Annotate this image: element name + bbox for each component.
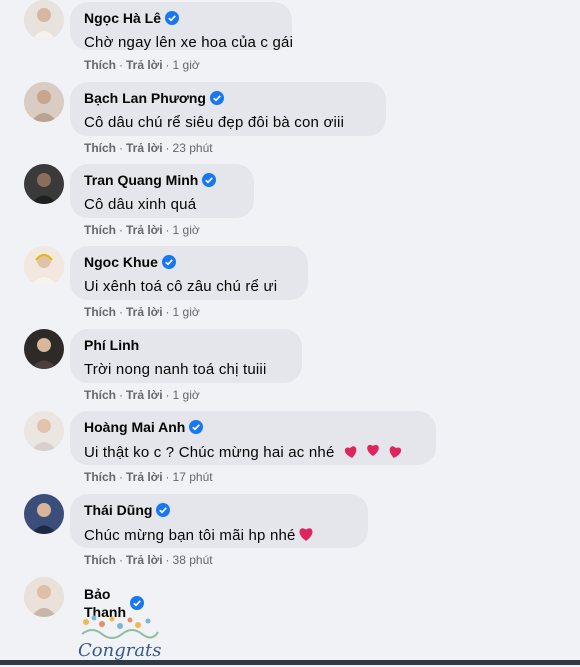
comment-text: Trời nong nanh toá chị tuiii [84, 361, 267, 378]
avatar[interactable] [24, 164, 64, 204]
like-link[interactable]: Thích [84, 553, 116, 567]
comment-bubble: Tran Quang Minh Cô dâu xinh quá [70, 164, 254, 218]
comment-bubble: Ngọc Hà Lê Chờ ngay lên xe hoa của c gái [70, 2, 294, 51]
heart-emoji-icon [297, 524, 315, 548]
comment-actions: Thích · Trả lời · 1 giờ [84, 388, 200, 402]
comment-actions: Thích · Trả lời · 38 phút [84, 553, 213, 567]
avatar[interactable] [24, 0, 64, 40]
comment-text-row: Ui thật ko c ? Chúc mừng hai ac nhé [84, 441, 422, 465]
comment-bubble: Phí Linh Trời nong nanh toá chị tuiii [70, 329, 302, 383]
comment-text: Ui xênh toá cô zâu chú rể ưi [84, 278, 278, 295]
comment-actions: Thích · Trả lời · 17 phút [84, 470, 213, 484]
reply-link[interactable]: Trả lời [126, 388, 163, 402]
comment-actions: Thích · Trả lời · 1 giờ [84, 58, 200, 72]
verified-badge-icon [165, 11, 180, 25]
like-link[interactable]: Thích [84, 223, 116, 237]
avatar[interactable] [24, 329, 64, 369]
reply-link[interactable]: Trả lời [126, 470, 163, 484]
comment-bubble: Hoàng Mai Anh Ui thật ko c ? Chúc mừng h… [70, 411, 436, 465]
verified-badge-icon [130, 596, 144, 610]
comment-actions: Thích · Trả lời · 1 giờ [84, 305, 200, 319]
comment-bubble: Bạch Lan Phương Cô dâu chú rể siêu đẹp đ… [70, 82, 386, 136]
comment-actions: Thích · Trả lời · 1 giờ [84, 223, 200, 237]
avatar[interactable] [24, 577, 64, 617]
comment-bubble: Ngoc Khue Ui xênh toá cô zâu chú rể ưi [70, 246, 308, 300]
comment-bubble: Thái Dũng Chúc mừng bạn tôi mãi hp nhé [70, 494, 368, 548]
comment-text: Cô dâu chú rể siêu đẹp đôi bà con ơiii [84, 114, 345, 131]
comment-author[interactable]: Bạch Lan Phương [84, 89, 206, 107]
reply-link[interactable]: Trả lời [126, 223, 163, 237]
sticker-text: Congrats [78, 640, 162, 661]
verified-badge-icon [202, 173, 217, 187]
comment-time[interactable]: 1 giờ [173, 305, 200, 319]
comment-actions: Thích · Trả lời · 23 phút [84, 141, 213, 155]
comment-text: Cô dâu xinh quá [84, 196, 197, 213]
comment-author[interactable]: Thái Dũng [84, 501, 152, 519]
like-link[interactable]: Thích [84, 58, 116, 72]
comment-author[interactable]: Tran Quang Minh [84, 171, 198, 189]
verified-badge-icon [156, 503, 171, 517]
reply-link[interactable]: Trả lời [126, 58, 163, 72]
congrats-sticker[interactable]: Congrats [72, 612, 162, 662]
comment-text: Chờ ngay lên xe hoa của c gái [84, 34, 294, 51]
verified-badge-icon [189, 420, 204, 434]
comment-author[interactable]: Ngoc Khue [84, 253, 158, 271]
comment-time[interactable]: 38 phút [173, 553, 213, 567]
comment-time[interactable]: 1 giờ [173, 58, 200, 72]
like-link[interactable]: Thích [84, 305, 116, 319]
like-link[interactable]: Thích [84, 141, 116, 155]
comment-time[interactable]: 23 phút [173, 141, 213, 155]
comment-time[interactable]: 1 giờ [173, 223, 200, 237]
comment-text: Chúc mừng bạn tôi mãi hp nhé [84, 526, 296, 544]
like-link[interactable]: Thích [84, 388, 116, 402]
comment-author[interactable]: Hoàng Mai Anh [84, 418, 185, 436]
comment-text: Ui thật ko c ? Chúc mừng hai ac nhé [84, 443, 335, 461]
avatar[interactable] [24, 411, 64, 451]
flower-decoration-icon [81, 615, 159, 639]
comment-thread: Ngọc Hà Lê Chờ ngay lên xe hoa của c gái… [0, 0, 580, 662]
avatar[interactable] [24, 494, 64, 534]
comment-author[interactable]: Ngọc Hà Lê [84, 9, 161, 27]
comment-text-row: Chúc mừng bạn tôi mãi hp nhé [84, 524, 354, 548]
verified-badge-icon [210, 91, 224, 105]
comment-author[interactable]: Phí Linh [84, 336, 139, 354]
reply-link[interactable]: Trả lời [126, 553, 163, 567]
heart-emoji-icons [343, 441, 407, 465]
reply-link[interactable]: Trả lời [126, 305, 163, 319]
comment-time[interactable]: 1 giờ [173, 388, 200, 402]
avatar[interactable] [24, 246, 64, 286]
bottom-bar [0, 660, 580, 665]
verified-badge-icon [161, 255, 176, 269]
like-link[interactable]: Thích [84, 470, 116, 484]
reply-link[interactable]: Trả lời [126, 141, 163, 155]
comment-time[interactable]: 17 phút [173, 470, 213, 484]
avatar[interactable] [24, 82, 64, 122]
